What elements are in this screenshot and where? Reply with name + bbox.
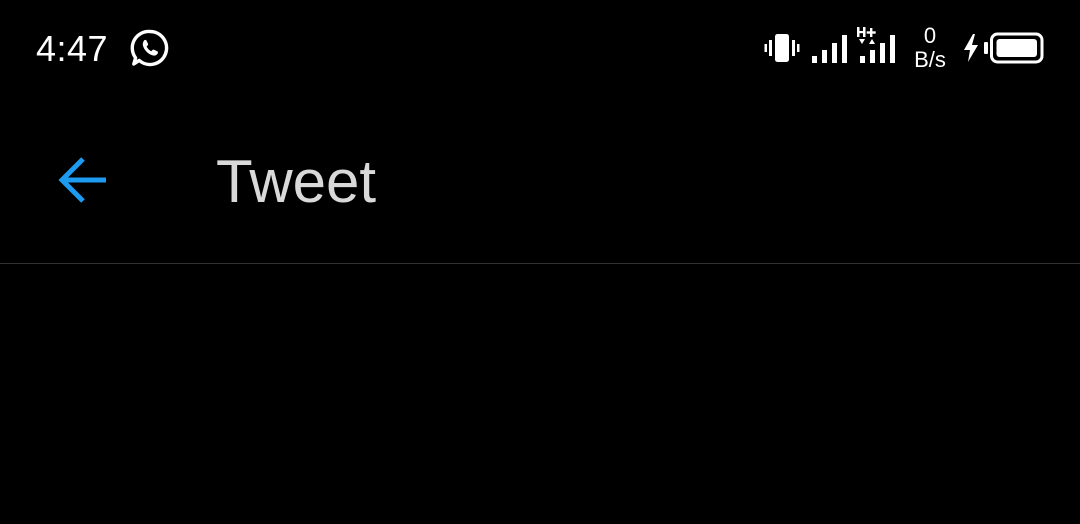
vibrate-icon (764, 34, 800, 62)
arrow-left-icon (58, 157, 106, 203)
toolbar: Tweet (0, 96, 1080, 263)
status-bar: 4:47 0 B/s (0, 0, 1080, 96)
network-speed-unit: B/s (914, 47, 946, 72)
whatsapp-icon (130, 29, 169, 67)
page-title: Tweet (216, 148, 377, 215)
network-speed-value: 0 (923, 23, 937, 48)
charging-icon (964, 34, 978, 62)
signal-icon (812, 35, 847, 63)
network-speed: 0 B/s (906, 24, 954, 72)
status-time: 4:47 (36, 28, 109, 69)
back-button[interactable] (40, 136, 128, 224)
tweet-content-area (0, 264, 1080, 524)
signal-hplus-icon (857, 27, 895, 63)
battery-icon (984, 32, 1044, 64)
